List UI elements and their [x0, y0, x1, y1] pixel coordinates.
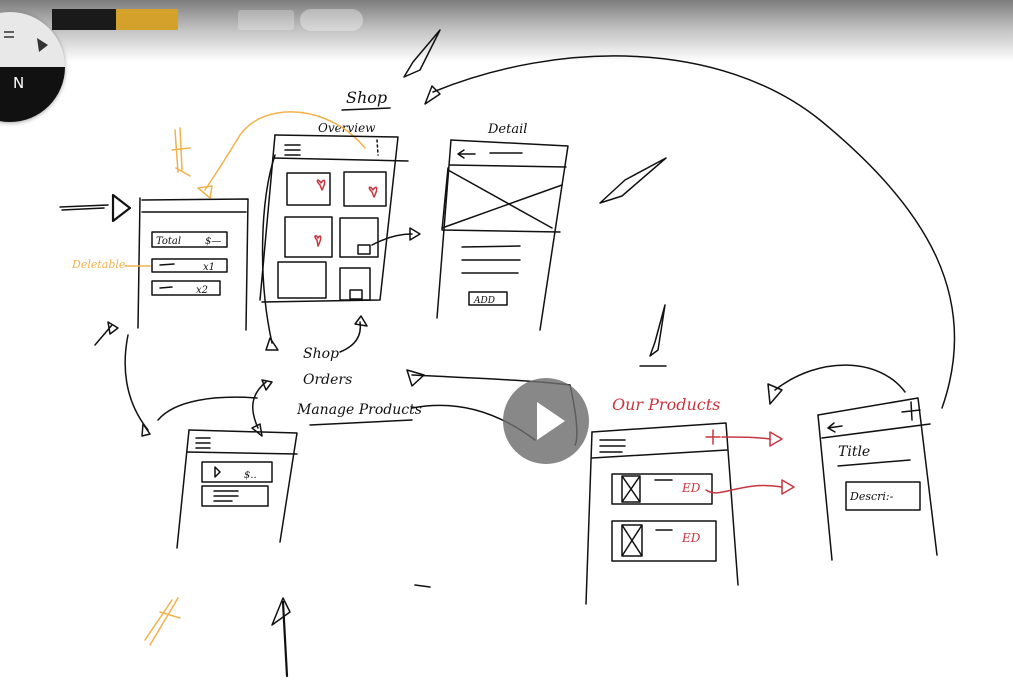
arrow-form-to-top: [432, 55, 956, 409]
pen-cursor-orange-bottom: [144, 597, 181, 646]
cart-total-value: $—: [205, 236, 221, 247]
arrow-orders-back: [157, 396, 258, 421]
cart-screen-wireframe: [137, 197, 249, 331]
favorite-heart-icon-1: [316, 179, 326, 191]
pen-cursor-orange-top: [171, 127, 191, 177]
pen-cursor-top: [403, 29, 441, 105]
edit-arrow: [705, 484, 783, 494]
menu-item-shop: Shop: [303, 346, 339, 362]
cart-qty-2: x2: [196, 285, 208, 296]
cart-total-label: Total: [156, 236, 181, 247]
product-form-screen-wireframe: [817, 397, 938, 561]
video-play-button[interactable]: [503, 378, 589, 464]
stray-stroke: [414, 584, 431, 588]
detail-screen-wireframe: [436, 139, 569, 331]
form-description-label: Descri:-: [849, 490, 894, 503]
favorite-heart-icon-3: [314, 235, 322, 247]
our-products-title: Our Products: [612, 395, 720, 414]
admin-row-2-edit: ED: [681, 531, 701, 545]
manage-products-underline: [309, 419, 413, 426]
overview-label: Overview: [318, 121, 376, 135]
form-title-label: Title: [838, 444, 870, 460]
add-arrow: [721, 436, 771, 440]
shop-title-underline: [341, 107, 391, 111]
orders-screen-wireframe: [176, 429, 298, 549]
arrow-left-stub: [94, 321, 119, 346]
pen-cursor-mid: [639, 304, 667, 367]
arrow-shop-to-overview: [339, 321, 362, 353]
menu-item-orders: Orders: [303, 372, 352, 388]
arrow-cart-to-orders: [124, 334, 149, 431]
pen-cursor-right: [599, 157, 667, 204]
detail-label: Detail: [487, 122, 527, 137]
play-icon: [537, 402, 565, 440]
arrow-form-to-products: [774, 364, 906, 393]
pen-cursor-left: [59, 193, 132, 223]
add-product-icon: [705, 429, 721, 445]
orders-row-value: $..: [244, 470, 257, 481]
detail-add-button: ADD: [473, 296, 495, 306]
overview-screen-wireframe: [259, 134, 409, 303]
favorite-heart-icon-2: [368, 186, 378, 198]
menu-item-manage-products: Manage Products: [296, 402, 422, 418]
whiteboard-sketch: Shop Overview Detail Total $— x1 x2 Dele…: [59, 29, 956, 678]
admin-products-screen-wireframe: [585, 422, 739, 605]
arrow-orders-to-screen: [252, 381, 267, 429]
shop-title: Shop: [346, 88, 387, 107]
admin-row-1-edit: ED: [681, 481, 701, 495]
cart-qty-1: x1: [203, 262, 215, 273]
pen-cursor-bottom: [271, 597, 291, 678]
deletable-label: Deletable: [71, 258, 126, 271]
